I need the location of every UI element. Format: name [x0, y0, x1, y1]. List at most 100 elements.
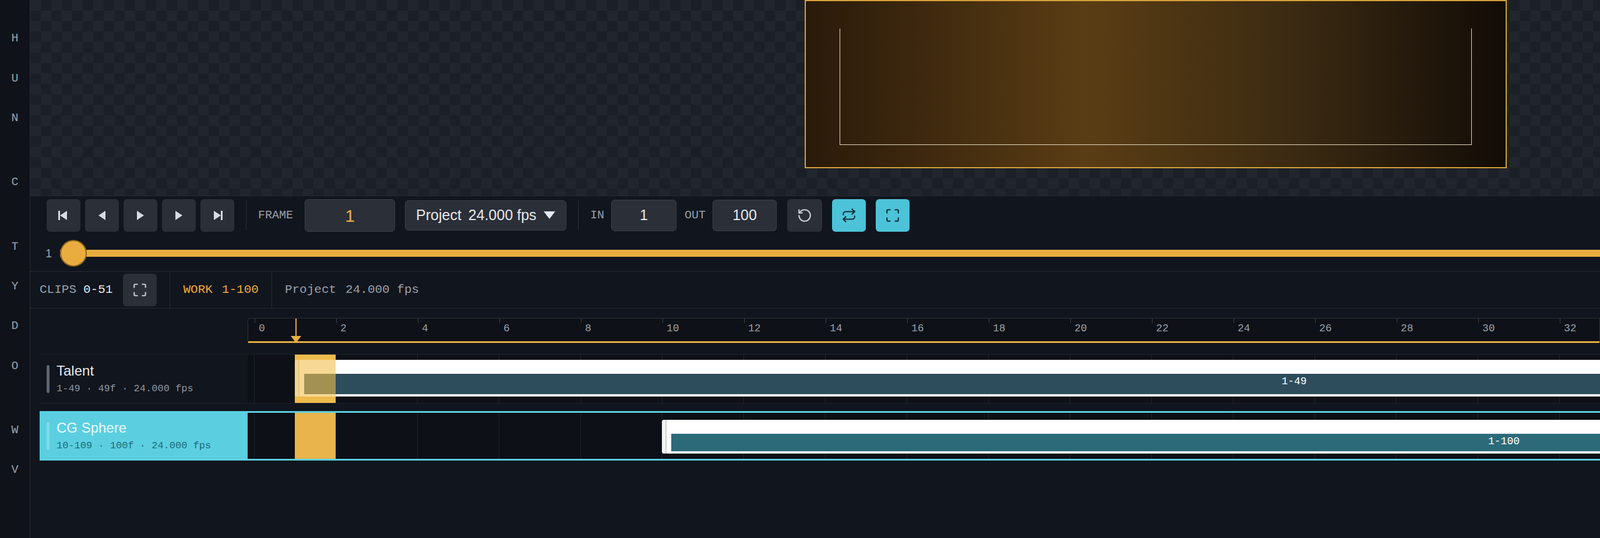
fit-icon	[885, 208, 901, 224]
clip-label: 1-100	[1488, 435, 1520, 449]
track-row[interactable]: CG Sphere 10-109 · 100f · 24.000 fps 1-100	[39, 411, 1600, 461]
clips-value: 0-51	[83, 280, 113, 300]
loop-button[interactable]	[832, 199, 866, 232]
divider	[245, 200, 247, 231]
main: FRAME1Project24.000 fpsIN1OUT1001CLIPS0-…	[30, 0, 1600, 538]
sidebar-item[interactable]: U	[11, 71, 19, 86]
ruler-tick	[1233, 318, 1235, 324]
frame-label: FRAME	[258, 206, 294, 225]
prev-frame-button[interactable]	[85, 199, 119, 232]
in-label: IN	[590, 206, 605, 225]
clips-label: CLIPS	[39, 280, 77, 300]
sidebar-item[interactable]: D	[11, 319, 19, 334]
grid-line	[417, 413, 418, 460]
grid-line	[254, 413, 255, 460]
sidebar-item[interactable]: T	[11, 240, 19, 255]
sidebar-item[interactable]: C	[11, 175, 19, 190]
sidebar-item[interactable]: Y	[11, 279, 19, 294]
grid-line	[498, 413, 500, 460]
viewer-image	[804, 0, 1507, 169]
scrubber-track[interactable]	[60, 249, 1600, 257]
track-lane[interactable]: 1-49	[247, 354, 1600, 404]
sidebar-item[interactable]: W	[11, 423, 19, 438]
expand-icon	[132, 282, 148, 298]
ruler-label: 20	[1074, 321, 1088, 337]
first-frame-button[interactable]	[46, 199, 81, 232]
info-row: CLIPS0-51WORK1-100Project24.000 fps	[30, 271, 1600, 309]
clip-handle[interactable]	[661, 420, 667, 454]
sidebar-item[interactable]: O	[11, 359, 19, 374]
frame-input[interactable]: 1	[304, 199, 396, 232]
app: HUNCTYDOWVFRAME1Project24.000 fpsIN1OUT1…	[0, 0, 1600, 538]
playhead-marker-icon[interactable]	[290, 336, 302, 344]
clip[interactable]: 1-49	[294, 360, 1600, 397]
track-name: Talent	[56, 363, 194, 379]
ruler-label: 32	[1563, 321, 1577, 337]
track-header[interactable]: CG Sphere 10-109 · 100f · 24.000 fps	[39, 411, 248, 461]
grid-line	[254, 354, 255, 404]
ruler-line	[248, 341, 1600, 344]
project-rate: 24.000 fps	[345, 280, 419, 300]
loop-icon	[841, 208, 857, 224]
play-icon	[134, 209, 147, 222]
divider	[578, 200, 579, 231]
clips-fit-button[interactable]	[122, 273, 157, 307]
track-info: 1-49 · 49f · 24.000 fps	[56, 383, 194, 396]
ruler-label: 24	[1237, 321, 1251, 337]
track-lane[interactable]: 1-100	[247, 413, 1600, 460]
clip[interactable]: 1-100	[661, 420, 1600, 454]
grid-line	[335, 413, 337, 460]
track-name: CG Sphere	[56, 420, 211, 436]
clip-label: 1-49	[1281, 375, 1307, 389]
scrubber-knob[interactable]	[60, 240, 87, 267]
sidebar-item[interactable]: H	[11, 31, 19, 46]
playhead-column	[294, 413, 336, 460]
out-input[interactable]: 100	[712, 199, 777, 232]
clip-strip	[671, 434, 1600, 452]
ruler-label: 2	[340, 321, 347, 337]
ruler-label: 10	[666, 321, 680, 337]
rate-dropdown[interactable]: Project24.000 fps	[404, 200, 567, 231]
ruler-tick	[580, 318, 582, 324]
ruler-label: 12	[748, 321, 761, 337]
ruler-tick	[1070, 318, 1071, 324]
ruler-label: 18	[992, 321, 1006, 337]
ruler-tick	[662, 318, 664, 324]
skip-back-icon	[57, 209, 70, 222]
ruler-label: 16	[911, 321, 925, 337]
ruler-label: 14	[829, 321, 843, 337]
timeline: 02468101214161820222426283032Talent1-49 …	[30, 308, 1600, 538]
ruler-label: 6	[503, 321, 510, 337]
ruler-tick	[1396, 318, 1398, 324]
play-button[interactable]	[123, 199, 158, 232]
in-input[interactable]: 1	[611, 199, 677, 232]
ruler-label: 0	[258, 321, 266, 337]
ruler-label: 30	[1482, 321, 1496, 337]
scrubber-label: 1	[45, 244, 52, 263]
out-label: OUT	[684, 206, 706, 225]
work-label: WORK	[182, 280, 213, 300]
step-forward-icon	[172, 209, 186, 222]
track-header[interactable]: Talent 1-49 · 49f · 24.000 fps	[39, 354, 248, 404]
last-frame-button[interactable]	[200, 199, 235, 232]
ruler-tick	[336, 318, 337, 324]
chevron-down-icon	[543, 211, 556, 220]
track-info: 10-109 · 100f · 24.000 fps	[56, 440, 211, 453]
transport-bar: FRAME 1 Project24.000 fps IN 1 OUT 100	[30, 195, 1600, 235]
ruler-label: 4	[421, 321, 429, 337]
ruler-tick	[1315, 318, 1316, 324]
project-label: Project	[284, 280, 337, 300]
fit-button[interactable]	[875, 199, 910, 232]
ruler-label: 22	[1156, 321, 1169, 337]
ruler-tick	[988, 318, 990, 324]
playhead-overlay	[294, 354, 336, 404]
ruler-tick	[907, 318, 908, 324]
sidebar-item[interactable]: V	[11, 463, 19, 478]
track-accent	[46, 422, 50, 451]
sidebar: H U N C T Y D O W V	[0, 0, 31, 538]
sidebar-item[interactable]: N	[11, 111, 19, 126]
track-row[interactable]: Talent 1-49 · 49f · 24.000 fps 1-49	[39, 354, 1600, 404]
reset-button[interactable]	[787, 199, 823, 232]
ruler[interactable]: 02468101214161820222426283032	[247, 318, 1600, 344]
next-frame-button[interactable]	[161, 199, 196, 232]
